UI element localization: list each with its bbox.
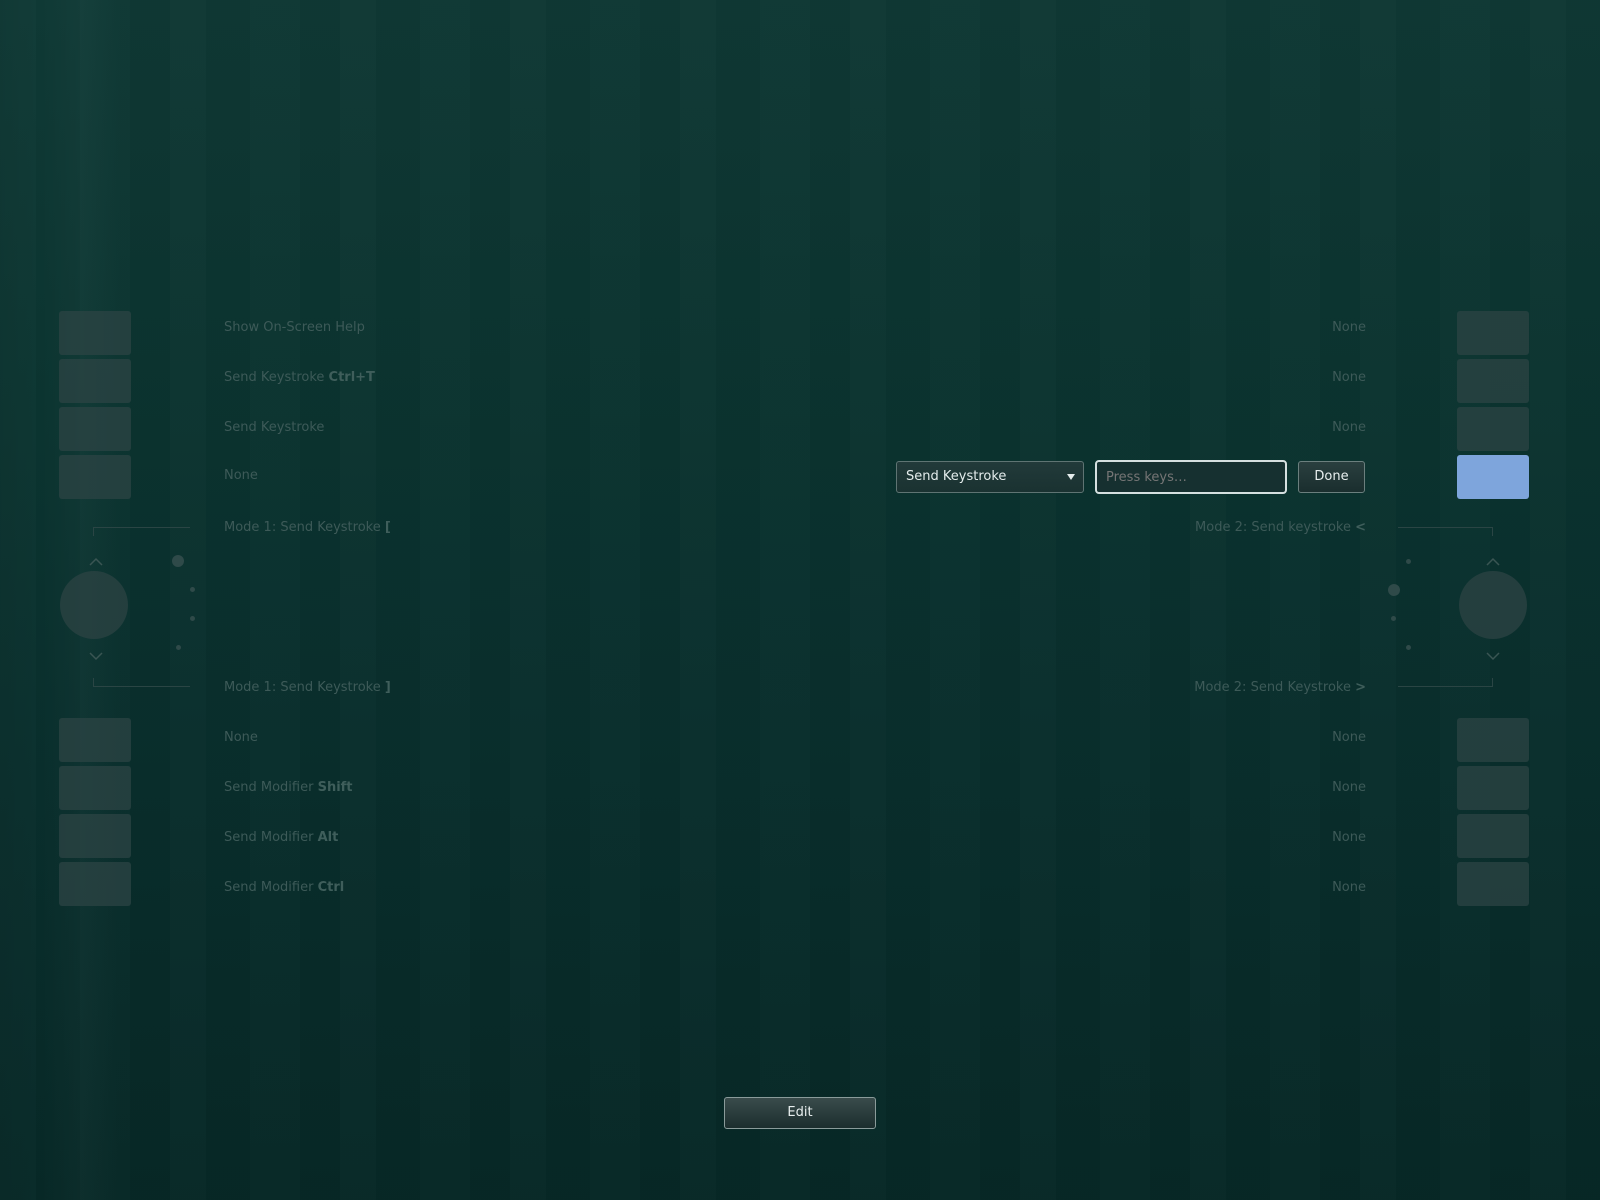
chevron-up-icon	[1485, 553, 1501, 566]
left-ring-bottom-bracket	[93, 678, 190, 687]
tablet-button-right-5[interactable]	[1457, 718, 1529, 762]
mode-indicator-dot	[176, 645, 181, 650]
right-button-7-label: None	[1332, 830, 1366, 845]
tablet-button-left-2[interactable]	[59, 359, 131, 403]
left-button-5-label: None	[224, 730, 258, 745]
mode-indicator-dot-active	[1388, 584, 1400, 596]
right-touch-ring[interactable]	[1459, 571, 1527, 639]
chevron-down-icon	[1485, 647, 1501, 661]
left-button-3-label: Send Keystroke	[224, 420, 325, 435]
tablet-button-right-4-selected[interactable]	[1457, 455, 1529, 499]
left-touch-ring[interactable]	[60, 571, 128, 639]
left-button-2-label: Send Keystroke Ctrl+T	[224, 370, 375, 385]
right-button-5-label: None	[1332, 730, 1366, 745]
right-ring-top-bracket	[1398, 527, 1493, 536]
done-button[interactable]: Done	[1298, 461, 1365, 493]
mode-indicator-dot	[190, 616, 195, 621]
chevron-down-icon	[88, 647, 104, 661]
left-ring-top-label: Mode 1: Send Keystroke [	[224, 520, 391, 535]
left-ring-top-bracket	[93, 527, 190, 536]
mode-indicator-dot-active	[172, 555, 184, 567]
right-ring-bottom-bracket	[1398, 678, 1493, 687]
chevron-up-icon	[88, 553, 104, 566]
tablet-button-right-1[interactable]	[1457, 311, 1529, 355]
right-button-1-label: None	[1332, 320, 1366, 335]
tablet-button-right-3[interactable]	[1457, 407, 1529, 451]
dropdown-arrow-icon	[1067, 474, 1075, 480]
right-button-2-label: None	[1332, 370, 1366, 385]
mode-indicator-dot	[190, 587, 195, 592]
right-button-8-label: None	[1332, 880, 1366, 895]
tablet-button-left-6[interactable]	[59, 766, 131, 810]
right-ring-bottom-label: Mode 2: Send Keystroke >	[1194, 680, 1366, 695]
tablet-button-right-7[interactable]	[1457, 814, 1529, 858]
left-button-4-label: None	[224, 468, 258, 483]
keystroke-input[interactable]	[1095, 460, 1287, 494]
tablet-button-right-8[interactable]	[1457, 862, 1529, 906]
tablet-button-right-6[interactable]	[1457, 766, 1529, 810]
tablet-button-left-1[interactable]	[59, 311, 131, 355]
tablet-button-right-2[interactable]	[1457, 359, 1529, 403]
right-ring-top-label: Mode 2: Send keystroke <	[1195, 520, 1366, 535]
tablet-button-left-5[interactable]	[59, 718, 131, 762]
tablet-button-left-8[interactable]	[59, 862, 131, 906]
action-type-selected: Send Keystroke	[906, 469, 1007, 484]
mode-indicator-dot	[1391, 616, 1396, 621]
tablet-button-left-4[interactable]	[59, 455, 131, 499]
left-button-1-label: Show On-Screen Help	[224, 320, 365, 335]
right-button-3-label: None	[1332, 420, 1366, 435]
mode-indicator-dot	[1406, 645, 1411, 650]
mode-indicator-dot	[1406, 559, 1411, 564]
edit-button[interactable]: Edit	[724, 1097, 876, 1129]
left-button-8-label: Send Modifier Ctrl	[224, 880, 345, 895]
left-ring-bottom-label: Mode 1: Send Keystroke ]	[224, 680, 391, 695]
tablet-button-left-3[interactable]	[59, 407, 131, 451]
background	[0, 0, 1600, 1200]
action-type-dropdown[interactable]: Send Keystroke	[896, 461, 1084, 493]
right-button-6-label: None	[1332, 780, 1366, 795]
left-button-7-label: Send Modifier Alt	[224, 830, 339, 845]
left-button-6-label: Send Modifier Shift	[224, 780, 353, 795]
tablet-button-left-7[interactable]	[59, 814, 131, 858]
